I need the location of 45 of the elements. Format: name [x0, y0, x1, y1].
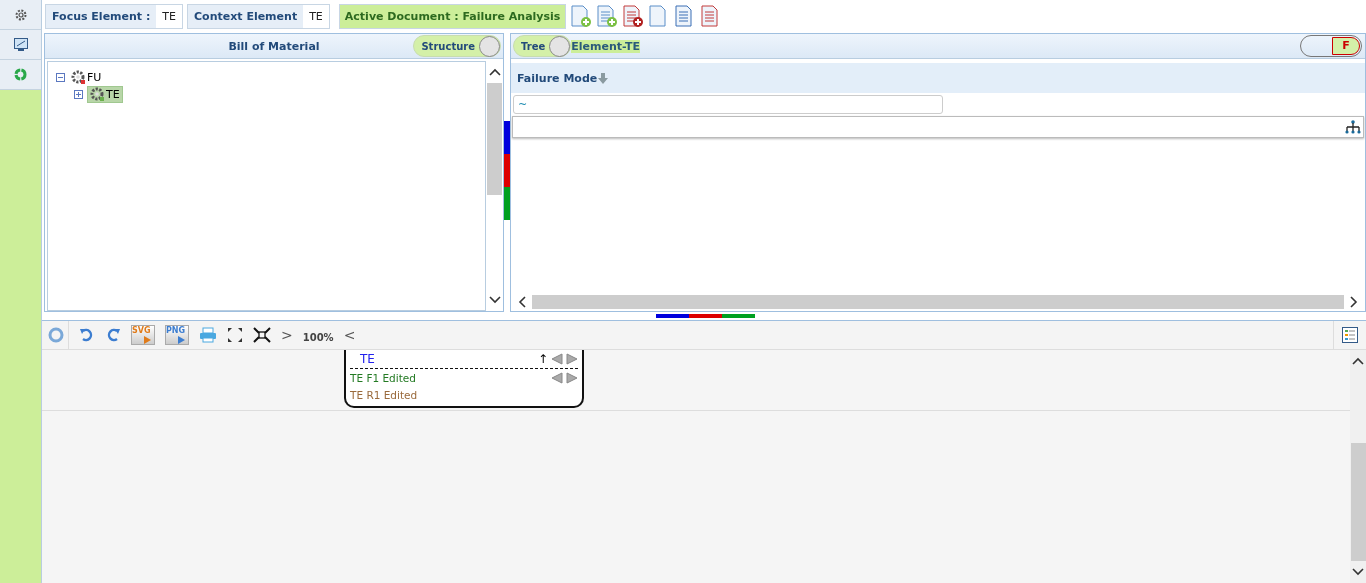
- sort-arrow-icon[interactable]: [598, 72, 609, 84]
- previous-icon[interactable]: [551, 371, 563, 384]
- element-label: Element-TE: [571, 39, 640, 53]
- next-button[interactable]: >: [281, 327, 293, 343]
- print-icon[interactable]: [199, 327, 217, 343]
- next-icon[interactable]: [566, 353, 578, 365]
- previous-icon[interactable]: [551, 353, 563, 365]
- context-element-label: Context Element: [188, 5, 304, 28]
- legend-icon[interactable]: [1342, 327, 1358, 343]
- undo-icon[interactable]: [79, 327, 95, 343]
- node-title: TE: [360, 352, 375, 366]
- tree-toggle[interactable]: Tree: [513, 35, 572, 57]
- settings-icon[interactable]: [0, 0, 41, 30]
- png-export-button[interactable]: PNG: [165, 325, 189, 345]
- gear-icon: [90, 87, 105, 102]
- next-icon[interactable]: [566, 371, 578, 384]
- up-button[interactable]: ↑: [537, 352, 548, 366]
- hierarchy-icon[interactable]: [1345, 120, 1361, 134]
- splitter-handle[interactable]: [655, 314, 755, 318]
- tree-item[interactable]: TE: [87, 86, 123, 103]
- zoom-level: 100%: [302, 331, 334, 343]
- fit-screen-icon[interactable]: [253, 327, 271, 343]
- tree-item[interactable]: FU: [69, 70, 104, 85]
- cycle-icon[interactable]: [0, 60, 41, 90]
- node-entry[interactable]: TE F1 Edited: [350, 371, 416, 384]
- monitor-icon[interactable]: [0, 30, 41, 60]
- new-document-icon[interactable]: [570, 5, 593, 28]
- diagram-node[interactable]: TE ↑ TE F1 Edited TE R1 Edited: [344, 350, 584, 408]
- column-header[interactable]: Failure Mode: [511, 63, 1365, 93]
- scrollbar[interactable]: [1350, 350, 1366, 583]
- refresh-icon[interactable]: [48, 327, 64, 343]
- panel-title: Bill of Material: [228, 39, 320, 53]
- element-value: TE: [161, 10, 177, 23]
- structure-toggle[interactable]: Structure: [413, 35, 501, 57]
- active-document-label: Active Document : Failure Analysis: [338, 4, 567, 29]
- element-value: TE: [308, 10, 324, 23]
- previous-button[interactable]: <: [343, 327, 356, 343]
- redo-icon[interactable]: [105, 327, 121, 343]
- node-entry[interactable]: TE R1 Edited: [350, 388, 418, 401]
- focus-element-label: Focus Element :: [46, 5, 157, 28]
- new-report-icon[interactable]: [622, 5, 645, 28]
- gear-icon: [71, 70, 86, 85]
- collapse-icon[interactable]: [56, 73, 65, 82]
- expand-icon[interactable]: [227, 327, 243, 343]
- filter-field[interactable]: ~: [513, 95, 943, 114]
